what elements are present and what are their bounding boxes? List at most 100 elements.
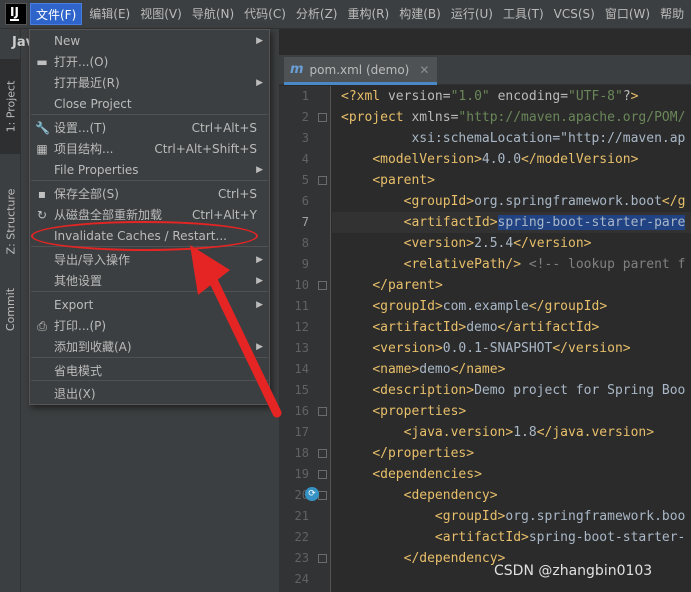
line-number: 5 [301, 173, 309, 187]
file-menu-item[interactable]: 退出(X) [30, 384, 269, 405]
code-line[interactable]: <groupId>org.springframework.boo [341, 506, 685, 527]
file-menu-item[interactable]: File Properties ▶ [30, 160, 269, 181]
code-line[interactable]: </parent> [341, 275, 442, 296]
fold-marker-icon[interactable] [318, 113, 327, 122]
menubar-item[interactable]: 视图(V) [135, 3, 187, 25]
file-menu-item[interactable]: 添加到收藏(A) ▶ [30, 337, 269, 358]
folder-open-icon: ▬ [36, 55, 48, 69]
file-menu-item-label: 保存全部(S) [54, 187, 119, 201]
file-menu-item[interactable]: 🔧 设置...(T) Ctrl+Alt+S [30, 118, 269, 139]
line-number: 13 [294, 341, 309, 355]
code-editor[interactable]: <?xml version="1.0" encoding="UTF-8"?> <p… [332, 86, 691, 592]
menubar-item[interactable]: 代码(C) [239, 3, 291, 25]
file-menu-item[interactable]: 打开最近(R) ▶ [30, 73, 269, 94]
fold-marker-icon[interactable] [318, 176, 327, 185]
file-menu-item[interactable]: Export ▶ [30, 295, 269, 316]
tool-tab-structure[interactable]: Z: Structure [0, 179, 21, 264]
file-menu-item-shortcut: Ctrl+Alt+S [191, 121, 257, 135]
file-menu-item-label: 打印...(P) [54, 319, 107, 333]
line-number: 9 [301, 257, 309, 271]
code-line[interactable]: <artifactId>spring-boot-starter- [341, 527, 685, 548]
tool-tab-project[interactable]: 1: Project [0, 59, 21, 154]
code-line[interactable]: <?xml version="1.0" encoding="UTF-8"?> [341, 86, 638, 107]
fold-marker-icon[interactable] [318, 470, 327, 479]
code-line[interactable]: <artifactId>demo</artifactId> [341, 317, 599, 338]
line-number: 17 [294, 425, 309, 439]
file-menu-dropdown: New ▶ ▬ 打开...(O) 打开最近(R) ▶ Close Project 🔧 设置...… [29, 29, 270, 405]
file-menu-item[interactable]: ▦ 项目结构... Ctrl+Alt+Shift+S [30, 139, 269, 160]
menu-bar: IJ 文件(F) 编辑(E) 视图(V) 导航(N) 代码(C) 分析(Z) 重构(R) 构建… [0, 0, 691, 29]
code-line[interactable]: </properties> [341, 443, 474, 464]
file-menu-item[interactable]: New ▶ [30, 31, 269, 52]
line-number: 14 [294, 362, 309, 376]
file-menu-item-shortcut: Ctrl+Alt+Shift+S [154, 142, 257, 156]
file-menu-item[interactable]: 省电模式 [30, 361, 269, 382]
editor-tab-bar: m pom.xml (demo) ✕ [279, 55, 691, 85]
menubar-item[interactable]: 工具(T) [498, 3, 549, 25]
menubar-item[interactable]: VCS(S) [549, 3, 600, 25]
menubar-item[interactable]: 构建(B) [394, 3, 446, 25]
fold-marker-icon[interactable] [318, 554, 327, 563]
file-menu-item[interactable]: ⎙ 打印...(P) [30, 316, 269, 337]
line-number: 8 [301, 236, 309, 250]
menubar-item[interactable]: 分析(Z) [291, 3, 343, 25]
fold-marker-icon[interactable] [318, 449, 327, 458]
code-line[interactable]: <modelVersion>4.0.0</modelVersion> [341, 149, 638, 170]
file-menu-item-label: 打开...(O) [54, 55, 109, 69]
code-line[interactable]: <groupId>com.example</groupId> [341, 296, 607, 317]
file-menu-item[interactable]: ▬ 打开...(O) [30, 52, 269, 73]
file-menu-item-label: 其他设置 [54, 274, 103, 288]
code-line[interactable]: <properties> [341, 401, 466, 422]
tool-tab-commit-label: Commit [4, 287, 17, 331]
menubar-item[interactable]: 导航(N) [187, 3, 239, 25]
file-menu-item-label: Export [54, 298, 94, 312]
code-line[interactable]: <dependency> [341, 485, 498, 506]
code-line[interactable]: <dependencies> [341, 464, 482, 485]
menubar-item[interactable]: 重构(R) [343, 3, 395, 25]
line-number: 1 [301, 89, 309, 103]
file-menu-item-label: File Properties [54, 163, 139, 177]
file-menu-item[interactable]: 其他设置 ▶ [30, 271, 269, 292]
code-line[interactable]: <project xmlns="http://maven.apache.org/… [341, 107, 685, 128]
fold-marker-icon[interactable] [318, 281, 327, 290]
code-line[interactable]: <version>0.0.1-SNAPSHOT</version> [341, 338, 630, 359]
submenu-arrow-icon: ▶ [256, 300, 263, 310]
spring-run-icon[interactable]: ⟳ [305, 487, 319, 501]
line-number: 19 [294, 467, 309, 481]
file-menu-item[interactable]: Close Project [30, 94, 269, 115]
line-number: 6 [301, 194, 309, 208]
file-menu-item[interactable]: ▪ 保存全部(S) Ctrl+S [30, 184, 269, 205]
menubar-item[interactable]: 文件(F) [30, 3, 83, 25]
code-line[interactable]: xsi:schemaLocation="http://maven.ap [341, 128, 685, 149]
fold-marker-icon[interactable] [318, 407, 327, 416]
code-line[interactable]: <name>demo</name> [341, 359, 505, 380]
line-number: 18 [294, 446, 309, 460]
line-number: 21 [294, 509, 309, 523]
save-icon: ▪ [37, 187, 47, 201]
fold-marker-icon[interactable] [318, 491, 327, 500]
tool-tab-commit[interactable]: Commit [0, 279, 21, 339]
close-icon[interactable]: ✕ [419, 63, 429, 77]
code-line[interactable]: <version>2.5.4</version> [341, 233, 592, 254]
file-menu-item-shortcut: Ctrl+S [217, 187, 257, 201]
file-menu-item-label: 导出/导入操作 [54, 253, 131, 267]
submenu-arrow-icon: ▶ [256, 255, 263, 265]
file-menu-item-label: Close Project [54, 97, 132, 111]
code-line[interactable]: <artifactId>spring-boot-starter-pare [332, 212, 691, 233]
submenu-arrow-icon: ▶ [256, 36, 263, 46]
code-line[interactable]: <relativePath/> <!-- lookup parent f [341, 254, 686, 275]
code-line[interactable]: </dependency> [341, 548, 506, 569]
code-line[interactable]: <parent> [341, 170, 435, 191]
menubar-item[interactable]: 窗口(W) [600, 3, 655, 25]
code-line[interactable]: <java.version>1.8</java.version> [341, 422, 654, 443]
code-line[interactable]: <description>Demo project for Spring Boo [341, 380, 685, 401]
code-line[interactable]: <groupId>org.springframework.boot</g [341, 191, 686, 212]
menubar-item[interactable]: 编辑(E) [84, 3, 135, 25]
file-menu-item[interactable]: 导出/导入操作 ▶ [30, 250, 269, 271]
menubar-item[interactable]: 运行(U) [446, 3, 498, 25]
line-number: 23 [294, 551, 309, 565]
editor-tab-pom[interactable]: m pom.xml (demo) ✕ [284, 57, 438, 85]
left-tool-strip: 1: Project Z: Structure Commit [0, 29, 21, 592]
menubar-item[interactable]: 帮助 [655, 3, 689, 25]
line-number: 22 [294, 530, 309, 544]
